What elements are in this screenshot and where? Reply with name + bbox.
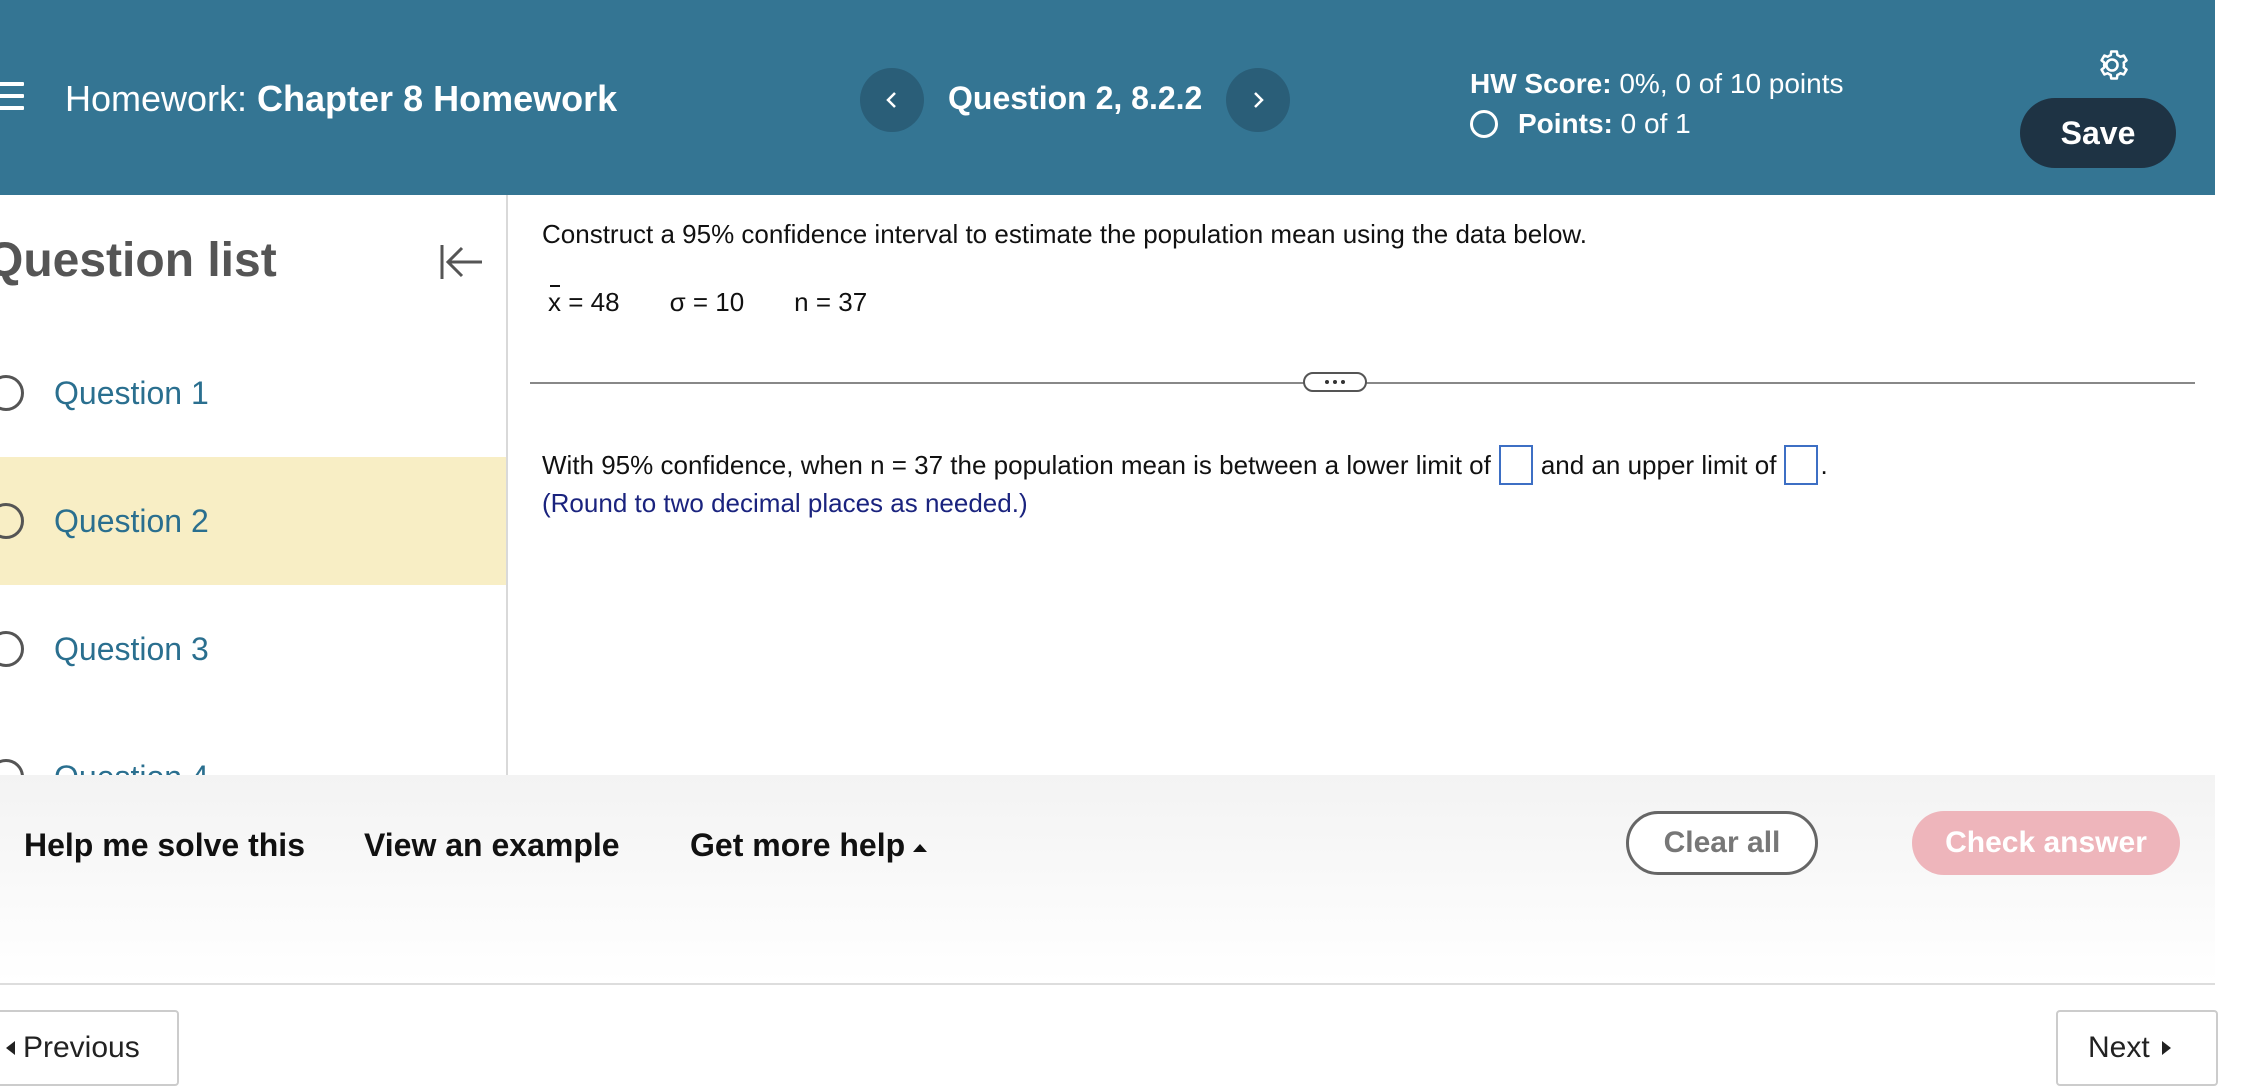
next-button-label: Next bbox=[2088, 1031, 2150, 1064]
given-sample-size: n = 37 bbox=[794, 287, 868, 317]
hw-score-label: HW Score: bbox=[1470, 68, 1612, 99]
answer-text-part-1: With 95% confidence, when n = 37 the pop… bbox=[542, 449, 1491, 480]
question-status-circle-icon bbox=[0, 759, 24, 775]
question-list-item-2[interactable]: Question 2 bbox=[0, 457, 506, 585]
divider-expand-handle[interactable] bbox=[1303, 372, 1367, 392]
caret-up-icon bbox=[913, 843, 928, 852]
view-example-link[interactable]: View an example bbox=[364, 827, 620, 864]
previous-button[interactable]: Previous bbox=[0, 1010, 179, 1086]
triangle-right-icon bbox=[2161, 1041, 2171, 1055]
points-label: Points: bbox=[1518, 108, 1613, 139]
question-indicator: Question 2, 8.2.2 bbox=[948, 80, 1203, 116]
help-me-solve-link[interactable]: Help me solve this bbox=[24, 827, 305, 864]
triangle-left-icon bbox=[6, 1041, 15, 1055]
homework-title-prefix: Homework: bbox=[65, 78, 248, 119]
question-list-item-label: Question 4 bbox=[54, 759, 209, 776]
hw-score-value: 0%, 0 of 10 points bbox=[1611, 68, 1844, 99]
lower-limit-input[interactable] bbox=[1498, 445, 1533, 485]
question-status-circle-icon bbox=[0, 503, 24, 539]
question-list-item-4[interactable]: Question 4 bbox=[0, 713, 506, 775]
hw-score: HW Score: 0%, 0 of 10 points bbox=[1470, 64, 1844, 104]
gear-icon[interactable] bbox=[2093, 46, 2131, 84]
question-list-item-label: Question 1 bbox=[54, 374, 209, 411]
next-button[interactable]: Next bbox=[2056, 1010, 2218, 1086]
question-list-item-1[interactable]: Question 1 bbox=[0, 329, 506, 457]
question-list-item-label: Question 3 bbox=[54, 630, 209, 667]
homework-title-name: Chapter 8 Homework bbox=[257, 78, 618, 119]
get-more-help-link[interactable]: Get more help bbox=[690, 827, 928, 864]
homework-title: Homework: Chapter 8 Homework bbox=[65, 78, 617, 120]
question-prompt: Construct a 95% confidence interval to e… bbox=[542, 219, 1587, 249]
score-panel: HW Score: 0%, 0 of 10 points Points: 0 o… bbox=[1470, 64, 1844, 144]
question-list-item-3[interactable]: Question 3 bbox=[0, 585, 506, 713]
get-more-help-label: Get more help bbox=[690, 827, 906, 863]
question-list-sidebar: Question list Question 1 Question 2 Ques… bbox=[0, 195, 508, 775]
answer-text-part-3: . bbox=[1820, 449, 1828, 480]
given-values: x = 48 σ = 10 n = 37 bbox=[548, 285, 868, 318]
points-status-circle-icon bbox=[1470, 110, 1498, 138]
upper-limit-input[interactable] bbox=[1784, 445, 1819, 485]
points-row: Points: 0 of 1 bbox=[1470, 104, 1844, 144]
question-list-item-label: Question 2 bbox=[54, 502, 209, 539]
check-answer-button[interactable]: Check answer bbox=[1912, 811, 2180, 875]
help-toolbar: Help me solve this View an example Get m… bbox=[0, 775, 2215, 985]
previous-question-button[interactable] bbox=[860, 68, 924, 132]
given-sigma: σ = 10 bbox=[669, 287, 745, 317]
question-status-circle-icon bbox=[0, 631, 24, 667]
question-content: Construct a 95% confidence interval to e… bbox=[510, 195, 2215, 775]
save-button[interactable]: Save bbox=[2020, 98, 2176, 168]
question-status-circle-icon bbox=[0, 375, 24, 411]
question-list-title: Question list bbox=[0, 234, 277, 287]
answer-statement: With 95% confidence, when n = 37 the pop… bbox=[542, 445, 1828, 485]
rounding-hint: (Round to two decimal places as needed.) bbox=[542, 488, 1028, 518]
given-sample-mean: x = 48 bbox=[548, 285, 620, 317]
collapse-sidebar-icon[interactable] bbox=[436, 237, 486, 287]
previous-button-label: Previous bbox=[23, 1031, 140, 1064]
points-value: 0 of 1 bbox=[1612, 108, 1691, 139]
hamburger-menu-icon[interactable] bbox=[0, 82, 24, 112]
answer-text-part-2: and an upper limit of bbox=[1540, 449, 1777, 480]
next-question-button[interactable] bbox=[1226, 68, 1290, 132]
chevron-right-icon bbox=[1254, 92, 1264, 108]
clear-all-button[interactable]: Clear all bbox=[1626, 811, 1818, 875]
top-header-bar: Homework: Chapter 8 Homework Question 2, … bbox=[0, 0, 2215, 195]
chevron-left-icon bbox=[886, 92, 896, 108]
